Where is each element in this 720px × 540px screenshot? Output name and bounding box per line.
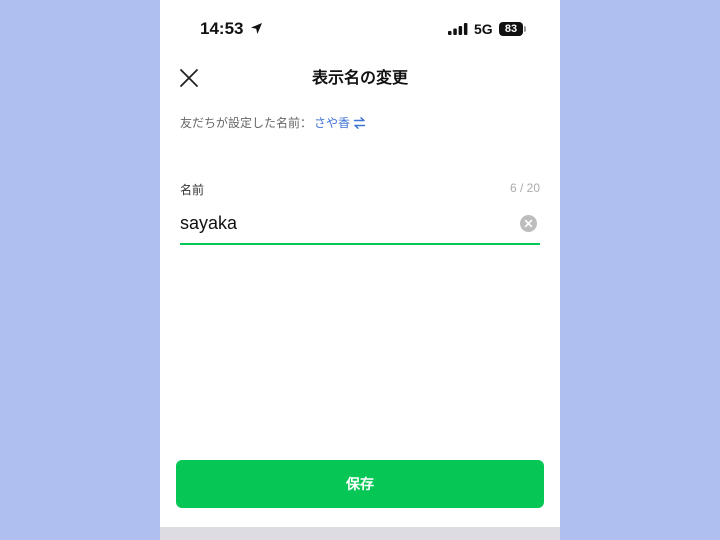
save-button[interactable]: 保存 — [176, 460, 544, 508]
location-arrow-icon — [251, 23, 262, 34]
status-bar: 14:53 5G 83 — [160, 0, 560, 60]
battery-cap — [524, 26, 526, 32]
clear-icon — [524, 219, 533, 228]
friend-set-name-label: 友だちが設定した名前： — [180, 116, 313, 130]
network-type: 5G — [474, 21, 493, 37]
bottom-bar — [160, 527, 560, 540]
name-field-label: 名前 — [180, 183, 205, 197]
friend-set-name-value[interactable]: さや香 — [314, 114, 350, 131]
character-count: 6 / 20 — [509, 181, 540, 195]
signal-icon — [448, 23, 468, 35]
battery-icon: 83 — [499, 22, 523, 36]
friend-set-name: 友だちが設定した名前： さや香 — [180, 114, 366, 131]
page-title: 表示名の変更 — [311, 68, 408, 87]
app-screen: 14:53 5G 83 表示名の変更 友だちが設定した名前： さや香 名前 6 … — [160, 0, 560, 540]
input-underline — [180, 243, 540, 245]
status-time: 14:53 — [200, 19, 244, 38]
name-input[interactable] — [180, 209, 516, 237]
clear-input-button[interactable] — [520, 215, 537, 232]
swap-icon[interactable] — [353, 116, 366, 129]
